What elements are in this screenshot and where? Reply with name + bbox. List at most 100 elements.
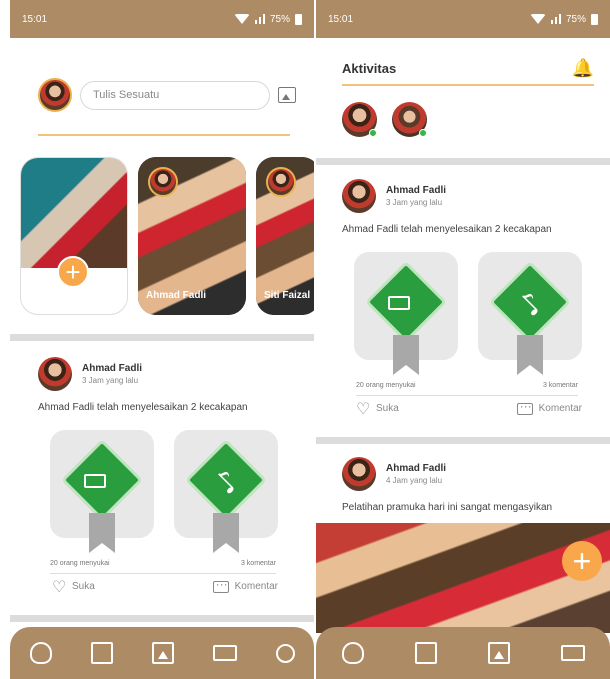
heart-icon — [356, 402, 370, 415]
left-phone-screen: 15:01 75% Tulis Sesuatu + Ahmad Fadli Si… — [10, 0, 314, 679]
bottom-navigation — [316, 627, 610, 679]
signal-icon — [254, 14, 265, 24]
chat-icon[interactable] — [560, 645, 585, 661]
comment-button[interactable]: Komentar — [516, 399, 582, 415]
profile-avatar[interactable] — [38, 78, 72, 112]
story-name-ahmad: Ahmad Fadli — [146, 290, 207, 301]
post-actions: Suka Komentar — [356, 399, 582, 415]
post-time: 3 Jam yang lalu — [386, 198, 443, 207]
badge-card-music[interactable]: ♪ — [478, 252, 582, 375]
image-icon[interactable] — [151, 642, 174, 664]
chat-icon[interactable] — [212, 645, 237, 661]
chat-badge-icon — [388, 296, 410, 310]
story-card-ahmad[interactable]: Ahmad Fadli — [138, 157, 246, 315]
header-divider — [342, 84, 594, 86]
section-divider — [316, 158, 610, 165]
like-label: Suka — [376, 403, 399, 414]
online-indicator — [419, 129, 427, 137]
badge-card-music[interactable]: ♪ — [174, 430, 278, 553]
news-icon[interactable] — [90, 642, 113, 664]
status-icons: 75% — [233, 13, 302, 25]
my-story-card[interactable]: + — [20, 157, 128, 315]
add-story-icon[interactable]: + — [57, 256, 89, 288]
bottom-navigation — [10, 627, 314, 679]
post-author-avatar[interactable] — [342, 457, 376, 491]
post-author-name[interactable]: Ahmad Fadli — [386, 185, 446, 196]
post-time: 3 Jam yang lalu — [82, 376, 139, 385]
comment-label: Komentar — [538, 403, 582, 414]
battery-percent: 75% — [269, 13, 290, 25]
post-header: Ahmad Fadli 4 Jam yang lalu — [342, 457, 446, 491]
wifi-icon — [529, 14, 546, 24]
medal-icon[interactable] — [29, 642, 52, 664]
online-indicator — [369, 129, 377, 137]
badge-ribbon — [393, 335, 419, 375]
post-stats: 20 orang menyukai 3 komentar — [50, 560, 276, 574]
post-input[interactable]: Tulis Sesuatu — [80, 80, 270, 110]
activity-header: Aktivitas 🔔 — [342, 58, 594, 79]
badge-card-communication[interactable] — [50, 430, 154, 553]
story-carousel[interactable]: + Ahmad Fadli Siti Faizal — [20, 157, 314, 315]
status-time: 15:01 — [328, 13, 354, 25]
battery-icon — [295, 13, 302, 25]
create-post-button[interactable]: + — [562, 541, 602, 581]
like-button[interactable]: Suka — [52, 580, 95, 593]
gear-icon[interactable] — [275, 643, 295, 663]
signal-icon — [550, 14, 561, 24]
section-divider — [10, 615, 314, 622]
chat-badge-icon — [84, 474, 106, 488]
medal-icon[interactable] — [341, 642, 364, 664]
comments-count: 3 komentar — [240, 560, 276, 567]
post-author-name[interactable]: Ahmad Fadli — [386, 463, 446, 474]
active-users-row — [342, 102, 427, 137]
badge-ribbon — [89, 513, 115, 553]
section-divider — [316, 437, 610, 444]
status-bar: 15:01 75% — [316, 0, 610, 38]
post-header: Ahmad Fadli 3 Jam yang lalu — [342, 179, 446, 213]
comment-icon — [516, 399, 533, 415]
post-author-avatar[interactable] — [38, 357, 72, 391]
image-upload-icon[interactable] — [278, 87, 296, 103]
story-avatar-ahmad — [148, 167, 178, 197]
comment-icon — [212, 577, 229, 593]
bell-icon[interactable]: 🔔 — [572, 58, 594, 79]
post-time: 4 Jam yang lalu — [386, 476, 443, 485]
likes-count: 20 orang menyukai — [50, 560, 110, 567]
badge-card-communication[interactable] — [354, 252, 458, 375]
status-icons: 75% — [529, 13, 598, 25]
image-icon[interactable] — [487, 642, 510, 664]
news-icon[interactable] — [414, 642, 437, 664]
active-user-avatar[interactable] — [342, 102, 377, 137]
composer: Tulis Sesuatu — [38, 78, 296, 112]
badge-ribbon — [213, 513, 239, 553]
badge-ribbon — [517, 335, 543, 375]
status-time: 15:01 — [22, 13, 48, 25]
story-avatar-siti — [266, 167, 296, 197]
right-phone-screen: 15:01 75% Aktivitas 🔔 Ahmad Fadli 3 Jam … — [316, 0, 610, 679]
post-text: Ahmad Fadli telah menyelesaikan 2 kecaka… — [342, 224, 552, 235]
post-author-name[interactable]: Ahmad Fadli — [82, 363, 142, 374]
active-user-avatar[interactable] — [392, 102, 427, 137]
battery-icon — [591, 13, 598, 25]
battery-percent: 75% — [565, 13, 586, 25]
comment-label: Komentar — [234, 581, 278, 592]
section-divider — [10, 334, 314, 341]
page-title: Aktivitas — [342, 61, 397, 76]
composer-divider — [38, 134, 290, 136]
post-actions: Suka Komentar — [52, 577, 278, 593]
post-header: Ahmad Fadli 3 Jam yang lalu — [38, 357, 142, 391]
post-text: Pelatihan pramuka hari ini sangat mengas… — [342, 502, 553, 513]
heart-icon — [52, 580, 66, 593]
group-photo: + — [316, 523, 610, 633]
like-label: Suka — [72, 581, 95, 592]
comment-button[interactable]: Komentar — [212, 577, 278, 593]
comments-count: 3 komentar — [542, 382, 578, 389]
post-author-avatar[interactable] — [342, 179, 376, 213]
post-text: Ahmad Fadli telah menyelesaikan 2 kecaka… — [38, 402, 248, 413]
status-bar: 15:01 75% — [10, 0, 314, 38]
story-card-siti[interactable]: Siti Faizal — [256, 157, 314, 315]
likes-count: 20 orang menyukai — [356, 382, 416, 389]
like-button[interactable]: Suka — [356, 402, 399, 415]
my-story-photo — [21, 158, 127, 268]
post-input-placeholder: Tulis Sesuatu — [93, 89, 160, 101]
